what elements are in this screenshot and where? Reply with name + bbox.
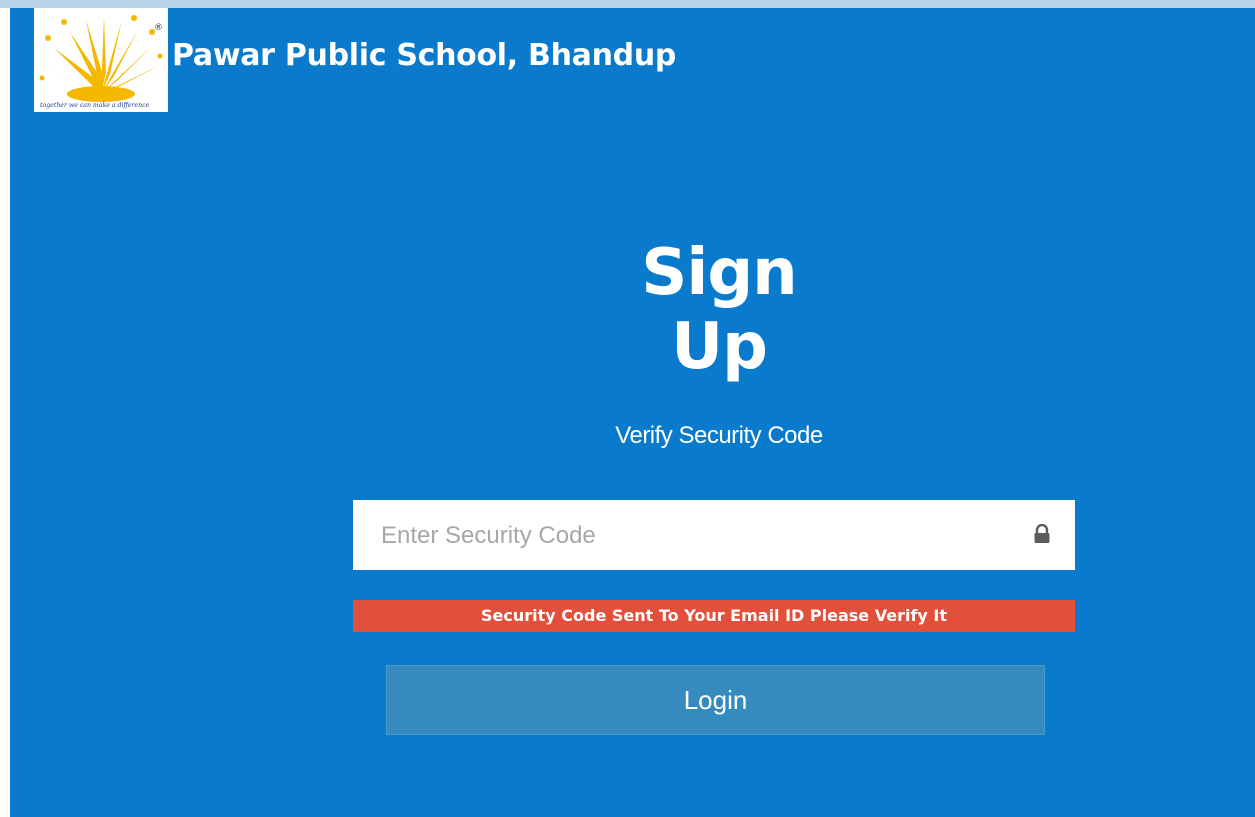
school-logo: ® together we can make a difference — [34, 8, 168, 112]
page-subtitle: Verify Security Code — [615, 422, 823, 449]
security-code-alert: Security Code Sent To Your Email ID Plea… — [353, 600, 1075, 632]
header: ® together we can make a difference Pawa… — [34, 8, 676, 112]
logo-tagline: together we can make a difference — [40, 102, 150, 109]
svg-text:®: ® — [154, 23, 163, 33]
main-panel: ® together we can make a difference Pawa… — [10, 8, 1255, 817]
top-border — [0, 0, 1255, 8]
sunburst-logo-icon: ® together we can make a difference — [39, 15, 163, 109]
lock-icon — [1033, 523, 1051, 544]
login-button[interactable]: Login — [386, 665, 1045, 735]
security-code-input[interactable] — [379, 500, 1003, 572]
school-name: Pawar Public School, Bhandup — [172, 37, 677, 73]
page-title: Sign Up — [641, 236, 797, 384]
security-code-field — [353, 500, 1075, 572]
